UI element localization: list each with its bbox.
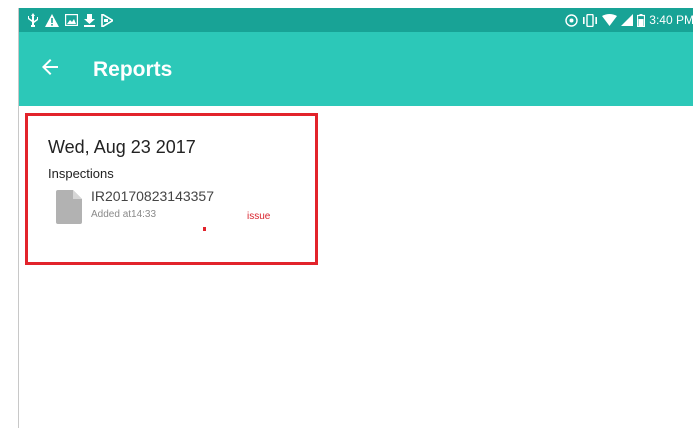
inspection-list-item[interactable]: IR20170823143357 Added at14:33 issue: [56, 188, 296, 236]
media-icon: [101, 13, 113, 27]
wifi-icon: [602, 14, 618, 26]
signal-icon: [621, 14, 634, 26]
warning-icon: [45, 13, 59, 27]
inspection-added-time: Added at14:33: [91, 209, 157, 220]
arrow-back-icon: [42, 58, 58, 80]
inspections-section-label: Inspections: [48, 166, 114, 181]
inspection-id: IR20170823143357: [91, 188, 215, 204]
system-icons: 3:40 PM: [565, 12, 693, 28]
notification-icons: [27, 12, 113, 28]
document-icon: [56, 190, 82, 224]
app-bar: Reports: [19, 32, 693, 106]
usb-icon: [27, 13, 39, 27]
status-bar: 3:40 PM: [19, 8, 693, 32]
vibrate-icon: [582, 13, 598, 27]
report-day-card: Wed, Aug 23 2017 Inspections IR201708231…: [25, 113, 318, 265]
issue-marker: [203, 227, 206, 231]
sync-icon: [565, 13, 578, 27]
app-screen: 3:40 PM Reports Wed, Aug 23 2017 Inspect…: [18, 8, 693, 428]
inspection-status-badge: issue: [247, 211, 271, 222]
download-icon: [84, 13, 95, 27]
report-date: Wed, Aug 23 2017: [48, 137, 196, 157]
back-button[interactable]: [35, 54, 65, 84]
status-time: 3:40 PM: [649, 13, 693, 27]
page-title: Reports: [93, 58, 173, 81]
battery-icon: [637, 13, 646, 27]
image-icon: [65, 14, 78, 26]
